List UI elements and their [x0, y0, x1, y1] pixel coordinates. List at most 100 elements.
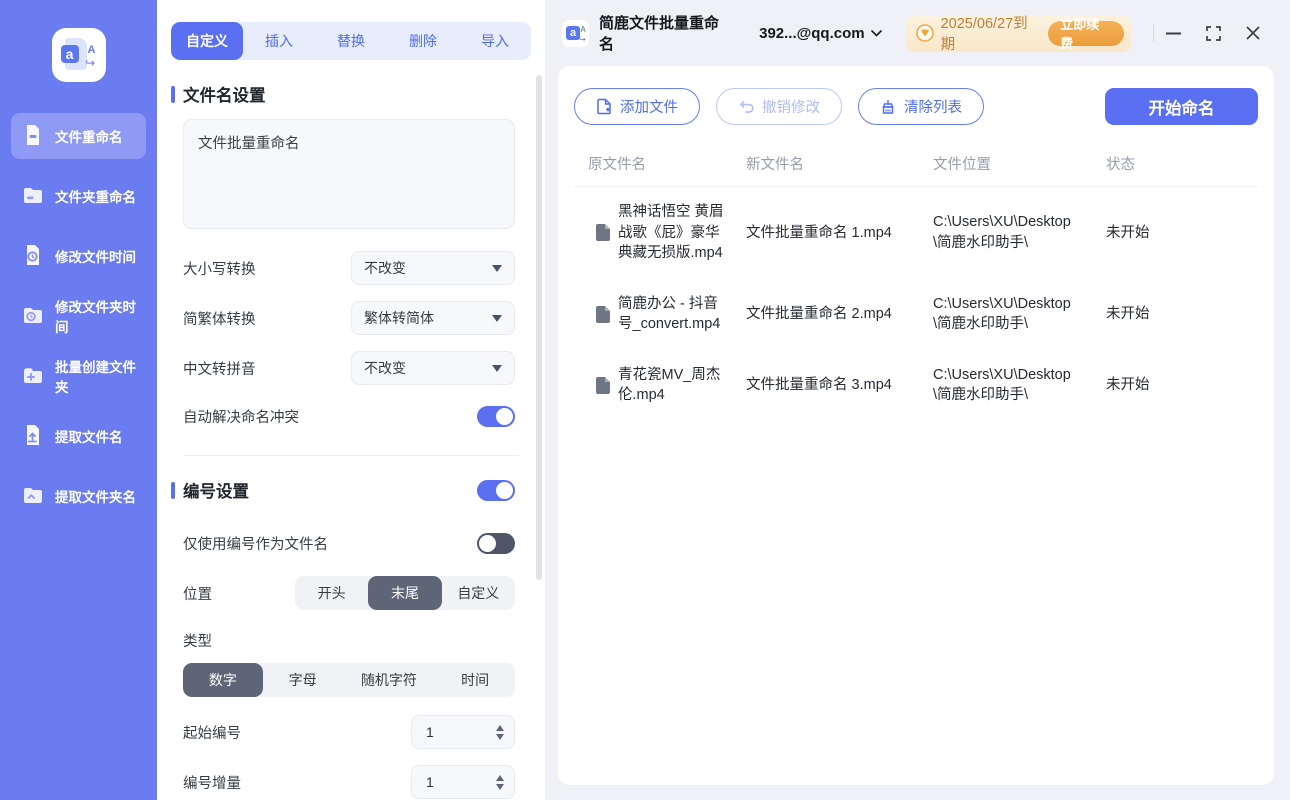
file-upload-icon: [21, 423, 45, 450]
stepper-arrows-icon[interactable]: [496, 775, 504, 790]
close-icon: [1246, 26, 1260, 40]
tab-custom[interactable]: 自定义: [171, 22, 243, 60]
rename-mode-tabs: 自定义 插入 替换 删除 导入: [171, 22, 531, 60]
stepper-arrows-icon[interactable]: [496, 725, 504, 740]
increment-row: 编号增量 1: [183, 765, 515, 799]
folder-chevron-up-icon: [21, 483, 45, 510]
filename-section-header: 文件名设置: [171, 82, 515, 106]
start-number-row: 起始编号 1: [183, 715, 515, 749]
account-menu[interactable]: 392...@qq.com: [759, 25, 882, 42]
increment-label: 编号增量: [183, 772, 241, 793]
numbering-section-header: 编号设置: [171, 478, 515, 502]
status-text: 未开始: [1106, 223, 1258, 244]
panel-scrollbar[interactable]: [536, 75, 542, 580]
broom-icon: [880, 99, 896, 115]
table-row[interactable]: 青花瓷MV_周杰伦.mp4 文件批量重命名 3.mp4 C:\Users\XU\…: [574, 350, 1258, 421]
titlebar: aA↩ 简鹿文件批量重命名 392...@qq.com 2025/06/27到期…: [545, 0, 1290, 66]
chevron-down-icon: [871, 30, 882, 37]
tab-insert[interactable]: 插入: [243, 22, 315, 60]
settings-panel: 自定义 插入 替换 删除 导入 文件名设置 文件批量重命名 大小写转换 不改变 …: [157, 0, 545, 800]
expiry-text: 2025/06/27到期: [941, 12, 1042, 54]
position-label: 位置: [183, 583, 212, 604]
type-option-random[interactable]: 随机字符: [343, 663, 436, 697]
conflict-toggle[interactable]: [477, 406, 515, 427]
tradsimp-label: 简繁体转换: [183, 308, 256, 329]
numbering-toggle[interactable]: [477, 480, 515, 501]
type-segmented: 数字 字母 随机字符 时间: [183, 663, 515, 697]
tradsimp-convert-row: 简繁体转换 繁体转简体: [183, 301, 515, 335]
chevron-down-icon: [492, 365, 502, 372]
renew-button[interactable]: 立即续费: [1048, 21, 1124, 46]
license-expiry-badge: 2025/06/27到期 立即续费: [906, 15, 1131, 52]
type-label: 类型: [183, 630, 515, 651]
sidebar-nav: 文件重命名 文件夹重命名 修改文件时间 修改文件夹时间: [0, 106, 157, 526]
sidebar-item-folder-create[interactable]: 批量创建文件夹: [11, 353, 146, 399]
sidebar-item-folder-time[interactable]: 修改文件夹时间: [11, 293, 146, 339]
table-row[interactable]: 简鹿办公 - 抖音号_convert.mp4 文件批量重命名 2.mp4 C:\…: [574, 279, 1258, 350]
case-convert-label: 大小写转换: [183, 258, 256, 279]
file-rename-icon: [21, 123, 45, 150]
numbering-section-title: 编号设置: [183, 478, 477, 502]
tab-replace[interactable]: 替换: [315, 22, 387, 60]
only-number-row: 仅使用编号作为文件名: [183, 526, 515, 560]
only-number-toggle[interactable]: [477, 533, 515, 554]
sidebar-item-folder-rename[interactable]: 文件夹重命名: [11, 173, 146, 219]
filename-section-title: 文件名设置: [183, 82, 515, 106]
sidebar-item-file-rename[interactable]: 文件重命名: [11, 113, 146, 159]
maximize-icon: [1206, 26, 1221, 41]
close-button[interactable]: [1233, 13, 1273, 53]
tab-delete[interactable]: 删除: [387, 22, 459, 60]
original-filename: 青花瓷MV_周杰伦.mp4: [618, 365, 732, 406]
minimize-button[interactable]: [1154, 13, 1194, 53]
undo-button[interactable]: 撤销修改: [716, 88, 842, 125]
maximize-button[interactable]: [1194, 13, 1234, 53]
type-option-number[interactable]: 数字: [183, 663, 263, 697]
pinyin-select[interactable]: 不改变: [351, 351, 515, 385]
start-rename-button[interactable]: 开始命名: [1105, 88, 1258, 125]
undo-icon: [738, 99, 754, 114]
window-title: 简鹿文件批量重命名: [599, 12, 733, 54]
tab-import[interactable]: 导入: [459, 22, 531, 60]
pinyin-convert-row: 中文转拼音 不改变: [183, 351, 515, 385]
folder-clock-icon: [21, 303, 45, 330]
add-files-button[interactable]: 添加文件: [574, 88, 700, 125]
pinyin-label: 中文转拼音: [183, 358, 256, 379]
position-row: 位置 开头 末尾 自定义: [183, 576, 515, 610]
folder-rename-icon: [21, 183, 45, 210]
position-option-custom[interactable]: 自定义: [442, 576, 515, 610]
minimize-icon: [1166, 32, 1181, 35]
sidebar-item-label: 提取文件夹名: [55, 486, 136, 506]
sidebar-item-label: 批量创建文件夹: [55, 356, 136, 396]
sidebar: a A ↩ 文件重命名 文件夹重命名 修改: [0, 0, 157, 800]
sidebar-item-extract-filename[interactable]: 提取文件名: [11, 413, 146, 459]
section-divider: [183, 455, 519, 456]
type-option-letter[interactable]: 字母: [263, 663, 343, 697]
new-filename: 文件批量重命名 3.mp4: [746, 375, 898, 396]
file-icon: [596, 306, 610, 323]
status-text: 未开始: [1106, 304, 1258, 325]
original-filename: 简鹿办公 - 抖音号_convert.mp4: [618, 294, 732, 335]
filename-input[interactable]: 文件批量重命名: [183, 119, 515, 229]
position-option-end[interactable]: 末尾: [368, 576, 441, 610]
start-number-stepper[interactable]: 1: [411, 715, 515, 749]
sidebar-item-extract-foldername[interactable]: 提取文件夹名: [11, 473, 146, 519]
sidebar-item-label: 提取文件名: [55, 426, 123, 446]
sidebar-item-file-time[interactable]: 修改文件时间: [11, 233, 146, 279]
app-icon: aA↩: [562, 20, 589, 47]
tradsimp-select[interactable]: 繁体转简体: [351, 301, 515, 335]
position-option-start[interactable]: 开头: [295, 576, 368, 610]
chevron-down-icon: [492, 315, 502, 322]
clear-list-button[interactable]: 清除列表: [858, 88, 984, 125]
file-plus-icon: [596, 98, 612, 115]
type-option-time[interactable]: 时间: [435, 663, 515, 697]
case-convert-row: 大小写转换 不改变: [183, 251, 515, 285]
col-location: 文件位置: [920, 153, 1106, 174]
increment-stepper[interactable]: 1: [411, 765, 515, 799]
case-convert-select[interactable]: 不改变: [351, 251, 515, 285]
position-segmented: 开头 末尾 自定义: [295, 576, 515, 610]
file-clock-icon: [21, 243, 45, 270]
toolbar: 添加文件 撤销修改 清除列表 开始命名: [574, 88, 1258, 125]
table-row[interactable]: 黑神话悟空 黄眉战歌《屁》豪华典藏无损版.mp4 文件批量重命名 1.mp4 C…: [574, 187, 1258, 279]
file-table: 原文件名 新文件名 文件位置 状态 黑神话悟空 黄眉战歌《屁》豪华典藏无损版.m…: [574, 141, 1258, 421]
chevron-down-icon: [492, 265, 502, 272]
